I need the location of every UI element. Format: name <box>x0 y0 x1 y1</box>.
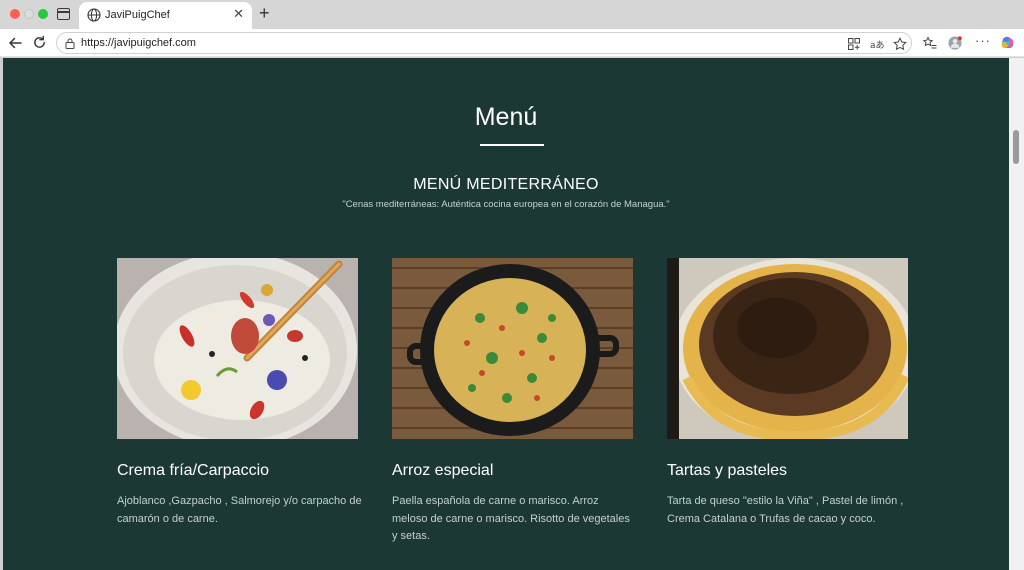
read-aloud-icon[interactable]: aあ <box>870 37 884 51</box>
address-toolbar: https://javipuigchef.com aあ ··· <box>0 29 1024 57</box>
address-bar[interactable]: https://javipuigchef.com aあ <box>56 32 912 54</box>
page-content: Menú MENÚ MEDITERRÁNEO "Cenas mediterrán… <box>3 58 1009 570</box>
dish-card: Arroz especial Paella española de carne … <box>392 258 633 542</box>
sidebar-toggle-icon[interactable] <box>57 8 70 20</box>
favorite-star-icon[interactable] <box>893 37 907 51</box>
globe-icon <box>87 8 101 22</box>
dish-title: Crema fría/Carpaccio <box>117 462 270 479</box>
dish-image-cheesecake <box>667 258 908 439</box>
dish-card: Tartas y pasteles Tarta de queso "estilo… <box>667 258 908 525</box>
lock-icon[interactable] <box>65 38 75 49</box>
copilot-icon[interactable] <box>1000 35 1016 51</box>
more-options-icon[interactable]: ··· <box>975 33 990 48</box>
reload-icon[interactable] <box>32 35 47 50</box>
page-title: Menú <box>474 103 538 131</box>
profile-avatar-icon[interactable] <box>948 36 962 50</box>
app-grid-icon[interactable] <box>847 37 861 51</box>
scrollbar-thumb[interactable] <box>1013 130 1019 164</box>
tab-strip: JaviPuigChef ✕ + <box>0 0 1024 29</box>
tab-title: JaviPuigChef <box>105 9 170 21</box>
vertical-scrollbar[interactable] <box>1009 58 1024 570</box>
dish-title: Arroz especial <box>392 462 494 479</box>
back-arrow-icon[interactable] <box>7 35 23 51</box>
favorites-list-icon[interactable] <box>923 36 937 50</box>
url-text[interactable]: https://javipuigchef.com <box>81 37 196 49</box>
new-tab-icon[interactable]: + <box>259 4 270 22</box>
dish-image-paella <box>392 258 633 439</box>
dish-description: Paella española de carne o marisco. Arro… <box>392 495 630 542</box>
minimize-window-button[interactable] <box>24 9 34 19</box>
dish-title: Tartas y pasteles <box>667 462 788 479</box>
section-subtitle: "Cenas mediterráneas: Auténtica cocina e… <box>342 199 670 210</box>
close-window-button[interactable] <box>10 9 20 19</box>
dish-description: Ajoblanco ,Gazpacho , Salmorejo y/o carp… <box>117 495 362 525</box>
close-tab-icon[interactable]: ✕ <box>233 7 244 20</box>
browser-tab[interactable]: JaviPuigChef ✕ <box>79 2 252 29</box>
title-divider <box>480 144 544 146</box>
dish-image-cold-cream <box>117 258 358 439</box>
dish-description: Tarta de queso "estilo la Viña" , Pastel… <box>667 495 904 525</box>
svg-text:aあ: aあ <box>870 40 884 51</box>
maximize-window-button[interactable] <box>38 9 48 19</box>
dish-card: Crema fría/Carpaccio Ajoblanco ,Gazpacho… <box>117 258 362 525</box>
section-title: MENÚ MEDITERRÁNEO <box>413 176 599 193</box>
